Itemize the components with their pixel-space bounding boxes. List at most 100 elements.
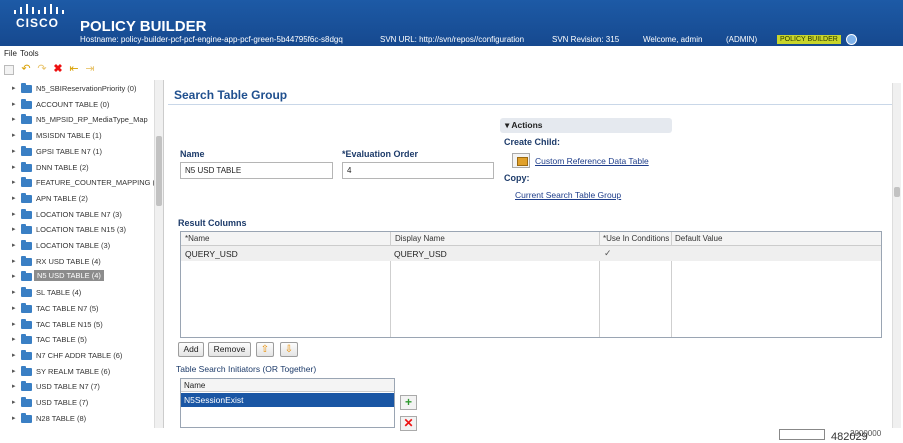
tree-item-label: RX USD TABLE (4) xyxy=(36,256,101,266)
actions-header-label: Actions xyxy=(511,120,543,130)
expand-arrow-icon[interactable]: ▸ xyxy=(12,225,16,233)
app-title: POLICY BUILDER xyxy=(80,18,207,35)
column-header-display-name[interactable]: Display Name xyxy=(395,234,595,243)
expand-arrow-icon[interactable]: ▸ xyxy=(12,84,16,92)
expand-arrow-icon[interactable]: ▸ xyxy=(12,320,16,328)
column-header-default-value[interactable]: Default Value xyxy=(675,234,875,243)
tree-item[interactable]: ▸ TAC TABLE N7 (5) xyxy=(0,302,152,316)
expand-arrow-icon[interactable]: ▸ xyxy=(12,100,16,108)
tree-item[interactable]: ▸ MSISDN TABLE (1) xyxy=(0,129,152,143)
tree-item-label: N7 CHF ADDR TABLE (6) xyxy=(36,350,123,360)
tree-item-label: N28 TABLE (8) xyxy=(36,413,87,423)
tree-item[interactable]: ▸ N5 USD TABLE (4) xyxy=(0,270,152,284)
folder-icon xyxy=(21,145,32,156)
tree-item[interactable]: ▸ TAC TABLE (5) xyxy=(0,333,152,347)
status-field xyxy=(779,429,825,440)
mode-badge[interactable]: POLICY BUILDER xyxy=(777,35,841,44)
tree-item[interactable]: ▸ SL TABLE (4) xyxy=(0,286,152,300)
tree-item[interactable]: ▸ GPSI TABLE N7 (1) xyxy=(0,145,152,159)
remove-button[interactable]: Remove xyxy=(208,342,251,357)
tree-item-label: MSISDN TABLE (1) xyxy=(36,131,102,141)
move-up-icon[interactable]: ⇧ xyxy=(256,342,274,357)
expand-arrow-icon[interactable]: ▸ xyxy=(12,288,16,296)
tree-item[interactable]: ▸ LOCATION TABLE N7 (3) xyxy=(0,208,152,222)
expand-arrow-icon[interactable]: ▸ xyxy=(12,147,16,155)
use-in-conditions-checkbox[interactable]: ✓ xyxy=(604,248,612,259)
expand-arrow-icon[interactable]: ▸ xyxy=(12,367,16,375)
tree-item[interactable]: ▸ LOCATION TABLE N15 (3) xyxy=(0,223,152,237)
table-row[interactable]: QUERY_USD QUERY_USD ✓ xyxy=(181,246,881,261)
expand-arrow-icon[interactable]: ▸ xyxy=(12,414,16,422)
brand-name: CISCO xyxy=(16,16,60,30)
name-field[interactable]: N5 USD TABLE xyxy=(180,162,333,179)
save-icon[interactable] xyxy=(4,65,14,75)
tree-item[interactable]: ▸ USD TABLE (7) xyxy=(0,396,152,410)
actions-header[interactable]: ▾ Actions xyxy=(500,118,672,133)
main-scrollbar[interactable] xyxy=(892,83,901,428)
expand-arrow-icon[interactable]: ▸ xyxy=(12,272,16,280)
add-initiator-icon[interactable]: + xyxy=(400,395,417,410)
remove-initiator-icon[interactable]: ✕ xyxy=(400,416,417,431)
tree-item[interactable]: ▸ DNN TABLE (2) xyxy=(0,161,152,175)
add-button[interactable]: Add xyxy=(178,342,204,357)
tree-item[interactable]: ▸ RX USD TABLE (4) xyxy=(0,255,152,269)
expand-arrow-icon[interactable]: ▸ xyxy=(12,398,16,406)
tree-item[interactable]: ▸ N5_SBIReservationPriority (0) xyxy=(0,82,152,96)
column-header-use-in-conditions[interactable]: *Use In Conditions xyxy=(603,234,673,243)
expand-arrow-icon[interactable]: ▸ xyxy=(12,304,16,312)
list-item[interactable]: N5SessionExist xyxy=(181,393,394,407)
tree-item[interactable]: ▸ N28 TABLE (8) xyxy=(0,412,152,426)
expand-arrow-icon[interactable]: ▸ xyxy=(12,241,16,249)
column-header-name[interactable]: *Name xyxy=(185,234,385,243)
expand-arrow-icon[interactable]: ▸ xyxy=(12,194,16,202)
redo-icon[interactable]: ↷ xyxy=(36,63,48,75)
expand-arrow-icon[interactable]: ▸ xyxy=(12,257,16,265)
table-header: *Name Display Name *Use In Conditions De… xyxy=(181,232,881,246)
folder-icon xyxy=(21,397,32,407)
expand-arrow-icon[interactable]: ▸ xyxy=(12,382,16,390)
tree-item[interactable]: ▸ FEATURE_COUNTER_MAPPING ( xyxy=(0,176,155,190)
tree-item[interactable]: ▸ USD TABLE N7 (7) xyxy=(0,380,152,394)
folder-icon xyxy=(21,224,32,235)
tree-item-label: TAC TABLE N15 (5) xyxy=(36,319,103,329)
tree-item[interactable]: ▸ ACCOUNT TABLE (0) xyxy=(0,98,152,112)
row-display-name-cell[interactable]: QUERY_USD xyxy=(394,249,447,259)
undo-icon[interactable]: ↶ xyxy=(20,63,32,75)
tree-scroll-thumb[interactable] xyxy=(156,136,162,206)
help-icon[interactable] xyxy=(846,34,857,45)
tree-item[interactable]: ▸ APN TABLE (2) xyxy=(0,192,152,206)
expand-arrow-icon[interactable]: ▸ xyxy=(12,131,16,139)
forward-icon[interactable]: ⇥ xyxy=(84,63,96,75)
result-columns-table: *Name Display Name *Use In Conditions De… xyxy=(180,231,882,338)
expand-arrow-icon[interactable]: ▸ xyxy=(12,115,16,123)
custom-reference-data-table-link[interactable]: Custom Reference Data Table xyxy=(535,156,649,166)
tree-item-label: DNN TABLE (2) xyxy=(36,162,89,172)
row-name-cell[interactable]: QUERY_USD xyxy=(185,249,238,259)
menu-file[interactable]: File xyxy=(4,49,17,58)
expand-arrow-icon[interactable]: ▸ xyxy=(12,351,16,359)
tree-scrollbar[interactable] xyxy=(154,80,163,428)
folder-icon xyxy=(21,240,32,250)
tree-item[interactable]: ▸ TAC TABLE N15 (5) xyxy=(0,318,152,332)
tree-item[interactable]: ▸ N5_MPSID_RP_MediaType_Map xyxy=(0,113,152,127)
main-scroll-thumb[interactable] xyxy=(894,187,900,197)
current-search-table-group-link[interactable]: Current Search Table Group xyxy=(515,190,621,200)
evaluation-order-field[interactable]: 4 xyxy=(342,162,494,179)
move-down-icon[interactable]: ⇩ xyxy=(280,342,298,357)
initiators-header: Name xyxy=(181,379,394,392)
expand-arrow-icon[interactable]: ▸ xyxy=(12,210,16,218)
folder-icon xyxy=(21,318,32,329)
tree-item[interactable]: ▸ LOCATION TABLE (3) xyxy=(0,239,152,253)
back-icon[interactable]: ⇤ xyxy=(68,63,80,75)
folder-icon xyxy=(21,271,32,282)
expand-arrow-icon[interactable]: ▸ xyxy=(12,178,16,186)
tree-item[interactable]: ▸ SY REALM TABLE (6) xyxy=(0,365,152,379)
tree-item-label: LOCATION TABLE (3) xyxy=(36,241,111,250)
menu-tools[interactable]: Tools xyxy=(20,49,39,58)
toolbar: ↶ ↷ ✖ ⇤ ⇥ xyxy=(0,62,160,78)
tree-item[interactable]: ▸ N7 CHF ADDR TABLE (6) xyxy=(0,349,152,363)
delete-icon[interactable]: ✖ xyxy=(52,63,64,75)
expand-arrow-icon[interactable]: ▸ xyxy=(12,335,16,343)
folder-icon xyxy=(21,349,32,360)
expand-arrow-icon[interactable]: ▸ xyxy=(12,163,16,171)
